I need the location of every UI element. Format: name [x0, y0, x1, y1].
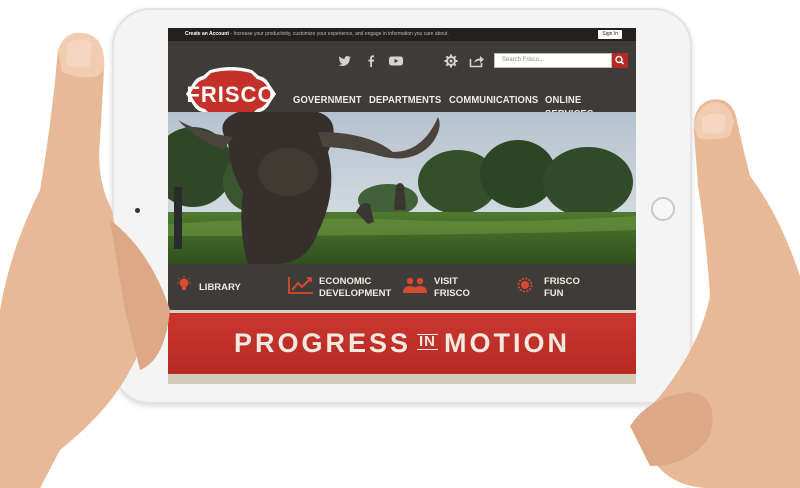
gear-icon[interactable] [444, 54, 458, 68]
nav-government[interactable]: GOVERNMENT [293, 93, 362, 107]
banner-headline: PROGRESS IN MOTION [168, 328, 636, 358]
youtube-icon[interactable] [388, 54, 404, 68]
banner-word-in: IN [417, 332, 439, 350]
twitter-icon[interactable] [338, 54, 352, 68]
left-hand [0, 32, 170, 488]
banner-fill: PROGRESS IN MOTION [168, 315, 636, 373]
search-button[interactable] [612, 53, 628, 68]
quicklink-frisco[interactable]: FRISCO [434, 288, 470, 299]
account-message: Create an Account - Increase your produc… [185, 28, 449, 41]
quick-links-bar: LIBRARY ECONOMIC DEVELOPMENT VISIT FRISC… [168, 264, 636, 310]
banner-word-progress: PROGRESS [233, 328, 412, 358]
footer-strip [168, 374, 636, 384]
progress-banner: PROGRESS IN MOTION [168, 310, 636, 374]
share-icon[interactable] [469, 54, 485, 68]
right-hand [630, 99, 800, 488]
quicklink-frisco-fun-2[interactable]: FUN [544, 288, 564, 299]
account-tagline: - Increase your productivity, customize … [229, 31, 449, 37]
quicklink-economic[interactable]: ECONOMIC [319, 276, 371, 287]
chart-icon [288, 277, 313, 294]
create-account-link[interactable]: Create an Account [185, 31, 229, 37]
nav-departments[interactable]: DEPARTMENTS [369, 93, 441, 107]
nav-communications[interactable]: COMMUNICATIONS [449, 93, 538, 107]
quicklink-development[interactable]: DEVELOPMENT [319, 288, 391, 299]
account-bar: Create an Account - Increase your produc… [168, 28, 636, 41]
website-screen: Create an Account - Increase your produc… [168, 28, 636, 384]
sun-icon [517, 277, 533, 293]
sign-in-button[interactable]: Sign In [598, 30, 622, 39]
hero-image [168, 112, 636, 264]
people-icon [403, 277, 427, 293]
search-input[interactable]: Search Frisco... [494, 53, 612, 68]
quicklink-visit[interactable]: VISIT [434, 276, 458, 287]
search-icon [615, 55, 625, 65]
quicklink-library[interactable]: LIBRARY [199, 282, 241, 293]
quicklink-frisco-fun-1[interactable]: FRISCO [544, 276, 580, 287]
logo-text: FRISCO [186, 82, 275, 107]
facebook-icon[interactable] [364, 54, 378, 68]
banner-word-motion: MOTION [444, 328, 571, 358]
